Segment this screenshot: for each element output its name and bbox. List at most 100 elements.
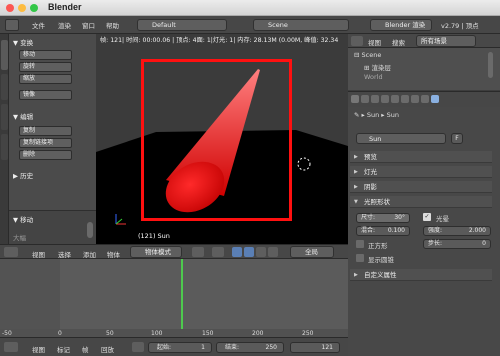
tool-shelf: ▼ 变换 移动 旋转 缩放 镜像 ▼ 编辑 复制 复制链接项 删除 ▶ 历史 ▼… [9, 34, 96, 244]
outliner-item-world[interactable]: World [364, 73, 383, 81]
viewport-menu-view[interactable]: 视图 [32, 249, 45, 259]
scale-button[interactable]: 缩放 [19, 74, 72, 84]
operator-section-header[interactable]: ▼ 移动 [13, 214, 33, 224]
minimize-window-button[interactable] [18, 4, 26, 12]
manipulator-icon[interactable] [232, 247, 242, 257]
menu-render[interactable]: 渲染 [58, 20, 71, 30]
viewport-stats: 帧: 121| 时间: 00:00.06 | 顶点: 4面: 1|灯光: 1| … [100, 37, 339, 44]
render-tab-icon[interactable] [351, 95, 359, 103]
world-tab-icon[interactable] [381, 95, 389, 103]
properties-panel: ✎ ▸ Sun ▸ Sun Sun F ▶ 预览 ▶ 灯光 ▶ 阴影 ▼ 光照形状 尺寸… [348, 107, 500, 356]
scene-tab-icon[interactable] [371, 95, 379, 103]
viewport-menu-select[interactable]: 选择 [58, 249, 71, 259]
panel-spot-shape[interactable]: ▼ 光照形状 [350, 196, 492, 208]
outliner-item-scene[interactable]: ⊟ Scene [354, 51, 381, 59]
timeline-editor-icon[interactable] [4, 342, 18, 352]
outliner-item-render-layer[interactable]: ⊞ 渲染层 [364, 62, 391, 72]
outliner-menu-view[interactable]: 视图 [368, 37, 381, 47]
outliner: ⊟ Scene ⊞ 渲染层 World [348, 48, 500, 90]
transform-section-header[interactable]: ▼ 变换 [13, 37, 33, 47]
viewport-header: 视图 选择 添加 物体 物体模式 全局 [0, 244, 348, 259]
translate-manipulator-icon[interactable] [244, 247, 254, 257]
outliner-menu-search[interactable]: 搜索 [392, 37, 405, 47]
halo-label: 光晕 [436, 215, 449, 223]
menu-window[interactable]: 窗口 [82, 20, 95, 30]
square-label: 正方形 [368, 242, 388, 250]
mode-selector[interactable]: 物体模式 [130, 246, 182, 258]
panel-lamp[interactable]: ▶ 灯光 [350, 166, 492, 178]
duplicate-linked-button[interactable]: 复制链接项 [19, 138, 72, 148]
tick-label: 0 [58, 330, 62, 337]
show-cone-label: 显示圆锥 [368, 256, 394, 264]
constraints-tab-icon[interactable] [401, 95, 409, 103]
current-frame-field[interactable]: 121 [290, 342, 340, 353]
timeline-menu-playback[interactable]: 回放 [101, 344, 114, 354]
menu-help[interactable]: 帮助 [106, 20, 119, 30]
preview-range-icon[interactable] [132, 342, 144, 352]
duplicate-button[interactable]: 复制 [19, 126, 72, 136]
mirror-button[interactable]: 镜像 [19, 90, 72, 100]
pin-icon[interactable]: ✎ [354, 111, 359, 119]
tick-label: 50 [106, 330, 114, 337]
halo-checkbox[interactable]: ✓ [423, 213, 431, 221]
square-checkbox[interactable] [356, 240, 364, 248]
timeline-before-range [0, 259, 60, 329]
lamp-datablock-field[interactable]: Sun [356, 133, 446, 144]
lamp-data-tab-icon[interactable] [431, 95, 439, 103]
object-tab-icon[interactable] [391, 95, 399, 103]
timeline-menu-frame[interactable]: 帧 [82, 344, 89, 354]
outliner-editor-icon[interactable] [351, 36, 363, 46]
tick-label: 100 [151, 330, 163, 337]
spot-size-field[interactable]: 尺寸: 30° [356, 213, 410, 223]
editor-type-icon[interactable] [5, 19, 19, 31]
outliner-header: 视图 搜索 所有场景 [348, 34, 500, 48]
panel-preview[interactable]: ▶ 预览 [350, 151, 492, 163]
tick-label: -50 [2, 330, 12, 337]
scale-manipulator-icon[interactable] [268, 247, 278, 257]
tool-shelf-scrollbar[interactable] [87, 222, 93, 238]
timeline-menu-marker[interactable]: 标记 [57, 344, 70, 354]
highlight-rectangle [141, 59, 292, 221]
tick-label: 200 [252, 330, 264, 337]
maximize-window-button[interactable] [30, 4, 38, 12]
shading-icon[interactable] [192, 247, 204, 257]
properties-breadcrumb: ✎ ▸ Sun ▸ Sun [354, 111, 400, 119]
panel-custom-properties[interactable]: ▶ 自定义属性 [350, 269, 492, 281]
close-window-button[interactable] [6, 4, 14, 12]
edit-section-header[interactable]: ▼ 编辑 [13, 111, 33, 121]
fake-user-button[interactable]: F [451, 133, 463, 144]
physics-tab-icon[interactable] [421, 95, 429, 103]
timeline-menu-view[interactable]: 视图 [32, 344, 45, 354]
halo-intensity-field[interactable]: 强度: 2.000 [423, 226, 491, 236]
layout-selector[interactable]: Default [137, 19, 227, 31]
info-header: 文件 渲染 窗口 帮助 Default Scene Blender 渲染 v2.… [0, 16, 500, 34]
tool-shelf-tabs[interactable] [0, 34, 9, 244]
viewport-editor-icon[interactable] [4, 247, 18, 257]
active-object-label: (121) Sun [138, 232, 170, 240]
move-button[interactable]: 移动 [19, 50, 72, 60]
pivot-icon[interactable] [212, 247, 224, 257]
viewport-menu-object[interactable]: 物体 [107, 249, 120, 259]
scene-selector[interactable]: Scene [253, 19, 349, 31]
render-layers-tab-icon[interactable] [361, 95, 369, 103]
start-frame-field[interactable]: 起始: 1 [148, 342, 212, 353]
rotate-manipulator-icon[interactable] [256, 247, 266, 257]
outliner-scrollbar[interactable] [488, 52, 493, 78]
timeline-playhead[interactable] [181, 259, 183, 329]
viewport-menu-add[interactable]: 添加 [83, 249, 96, 259]
orientation-selector[interactable]: 全局 [290, 246, 334, 258]
end-frame-field[interactable]: 结束: 250 [216, 342, 284, 353]
menu-file[interactable]: 文件 [32, 20, 45, 30]
modifiers-tab-icon[interactable] [411, 95, 419, 103]
delete-button[interactable]: 删除 [19, 150, 72, 160]
rotate-button[interactable]: 旋转 [19, 62, 72, 72]
spot-blend-field[interactable]: 混合: 0.100 [356, 226, 410, 236]
halo-step-field[interactable]: 步长: 0 [423, 239, 491, 249]
outliner-filter-select[interactable]: 所有场景 [416, 35, 476, 47]
render-engine-selector[interactable]: Blender 渲染 [370, 19, 432, 31]
timeline[interactable]: -50 0 50 100 150 200 250 [0, 259, 348, 337]
history-section-header[interactable]: ▶ 历史 [13, 170, 33, 180]
show-cone-checkbox[interactable] [356, 254, 364, 262]
version-info: v2.79 | 顶点 [441, 22, 479, 30]
panel-shadow[interactable]: ▶ 阴影 [350, 181, 492, 193]
